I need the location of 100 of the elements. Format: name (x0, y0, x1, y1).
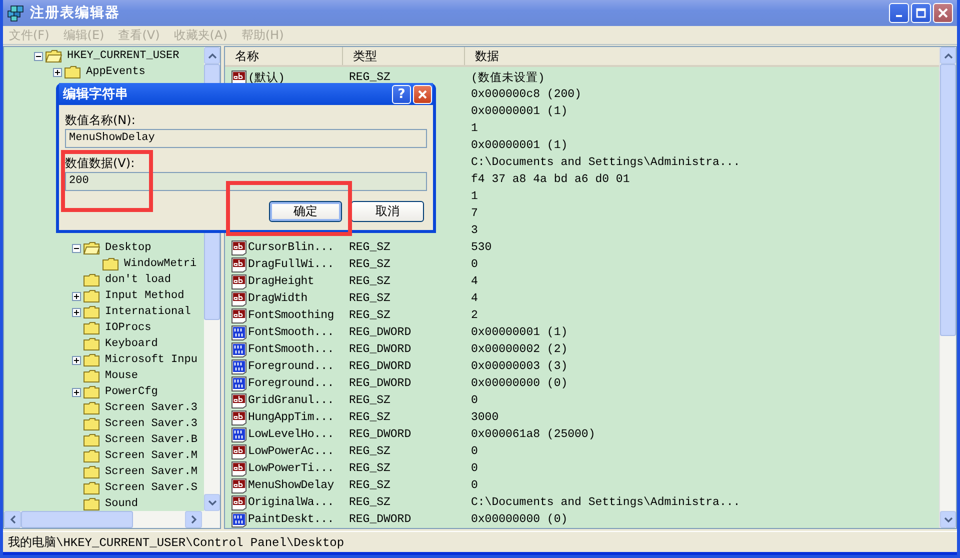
value-name[interactable]: CursorBlin... (248, 241, 334, 254)
value-type: REG_SZ (349, 241, 390, 254)
value-data: 0x00000001 (1) (471, 326, 568, 339)
value-name[interactable]: (默认) (248, 70, 285, 85)
expand-toggle[interactable] (34, 52, 43, 60)
value-name[interactable]: DragHeight (248, 275, 314, 288)
value-data: 0x00000001 (1) (471, 105, 568, 118)
value-name[interactable]: HungAppTim... (248, 411, 334, 424)
tree-item[interactable]: PowerCfg (105, 386, 158, 398)
value-data: 0x00000003 (3) (471, 360, 568, 373)
value-data: 1 (471, 190, 478, 203)
value-name[interactable]: OriginalWa... (248, 496, 334, 509)
scroll-thumb[interactable] (21, 511, 133, 528)
tree-item[interactable]: Input Method (105, 290, 184, 302)
value-name[interactable]: Foreground... (248, 377, 334, 390)
scroll-up-button[interactable] (204, 47, 220, 64)
tree-item[interactable]: WindowMetri (124, 258, 197, 270)
tree-item[interactable]: Sound (105, 498, 138, 510)
value-name[interactable]: PaintDeskt... (248, 513, 334, 526)
string-value-icon (231, 478, 247, 494)
scroll-down-button[interactable] (204, 494, 220, 511)
registry-icon (7, 4, 25, 22)
column-header[interactable]: 名称 (225, 47, 343, 65)
maximize-button[interactable] (911, 3, 931, 23)
tree-item[interactable]: AppEvents (86, 66, 146, 78)
tree-item[interactable]: don't load (105, 274, 172, 286)
column-header[interactable]: 数据 (465, 47, 939, 65)
expand-toggle[interactable] (72, 388, 81, 396)
scroll-down-button[interactable] (940, 511, 956, 528)
close-button[interactable] (933, 3, 953, 23)
string-value-icon (231, 494, 247, 510)
scroll-right-button[interactable] (185, 511, 202, 528)
value-data: 0x00000001 (1) (471, 139, 568, 152)
value-data: 2 (471, 309, 478, 322)
tree-item[interactable]: IOProcs (105, 322, 152, 334)
value-name[interactable]: DragWidth (248, 292, 308, 305)
tree-item[interactable]: Screen Saver.M (105, 450, 198, 462)
string-value-icon (231, 444, 247, 460)
value-data: 7 (471, 207, 478, 220)
folder-icon (83, 433, 100, 447)
value-data: C:\Documents and Settings\Administra... (471, 496, 740, 509)
tree-item[interactable]: Mouse (105, 370, 138, 382)
column-header[interactable]: 类型 (343, 47, 465, 65)
caret-down-icon (944, 516, 952, 522)
value-data: 4 (471, 275, 478, 288)
expand-toggle[interactable] (72, 244, 81, 252)
value-name[interactable]: DragFullWi... (248, 258, 334, 271)
dialog-button[interactable]: 取消 (351, 201, 424, 222)
value-type: REG_DWORD (349, 343, 412, 356)
value-data-field[interactable]: 200 (65, 172, 427, 191)
tree-item[interactable]: HKEY_CURRENT_USER (67, 50, 180, 62)
binary-value-icon (231, 324, 247, 340)
tree-item[interactable]: Microsoft Inpu (105, 354, 198, 366)
value-name[interactable]: LowPowerTi... (248, 462, 334, 475)
value-name-field[interactable]: MenuShowDelay (65, 129, 427, 148)
minimize-button[interactable] (889, 3, 909, 23)
tree-item[interactable]: Screen Saver.3 (105, 418, 198, 430)
value-name[interactable]: LowPowerAc... (248, 445, 334, 458)
expand-toggle[interactable] (53, 68, 62, 76)
horizontal-scrollbar[interactable] (4, 511, 220, 528)
caret-right-icon (190, 515, 196, 524)
status-path: 我的电脑\HKEY_CURRENT_USER\Control Panel\Desktop (8, 534, 344, 550)
tree-item[interactable]: Desktop (105, 242, 152, 254)
value-name[interactable]: FontSmooth... (248, 326, 334, 339)
value-type: REG_SZ (349, 462, 390, 475)
binary-value-icon (231, 358, 247, 374)
value-data: 0x00000002 (2) (471, 343, 568, 356)
tree-item[interactable]: Keyboard (105, 338, 158, 350)
help-button[interactable]: ? (392, 84, 411, 104)
tree-item[interactable]: Screen Saver.S (105, 482, 198, 494)
tree-item[interactable]: Screen Saver.M (105, 466, 198, 478)
tree-item[interactable]: International (105, 306, 191, 318)
tree-item[interactable]: Screen Saver.B (105, 434, 198, 446)
dialog-button[interactable]: 确定 (269, 201, 342, 222)
value-name[interactable]: Foreground... (248, 360, 334, 373)
string-value-icon (231, 308, 247, 324)
value-data: 0 (471, 445, 478, 458)
value-name[interactable]: MenuShowDelay (248, 479, 334, 492)
value-type: REG_DWORD (349, 326, 412, 339)
value-type: REG_DWORD (349, 513, 412, 526)
value-name[interactable]: GridGranul... (248, 394, 334, 407)
expand-toggle[interactable] (72, 308, 81, 316)
scroll-left-button[interactable] (4, 511, 21, 528)
string-value-icon (231, 290, 247, 306)
scroll-up-button[interactable] (940, 47, 956, 64)
value-name[interactable]: LowLevelHo... (248, 428, 334, 441)
binary-value-icon (231, 426, 247, 442)
value-type: REG_SZ (349, 292, 390, 305)
expand-toggle[interactable] (72, 292, 81, 300)
scrollbar[interactable] (939, 47, 956, 528)
minimize-icon (896, 15, 902, 17)
expand-toggle[interactable] (72, 356, 81, 364)
tree-item[interactable]: Screen Saver.3 (105, 402, 198, 414)
value-name[interactable]: FontSmooth... (248, 343, 334, 356)
value-type: REG_DWORD (349, 428, 412, 441)
value-name[interactable]: FontSmoothing (248, 309, 334, 322)
string-value-icon (231, 240, 247, 256)
folder-icon (83, 481, 100, 495)
close-button[interactable] (413, 84, 432, 104)
scroll-thumb[interactable] (940, 64, 956, 336)
